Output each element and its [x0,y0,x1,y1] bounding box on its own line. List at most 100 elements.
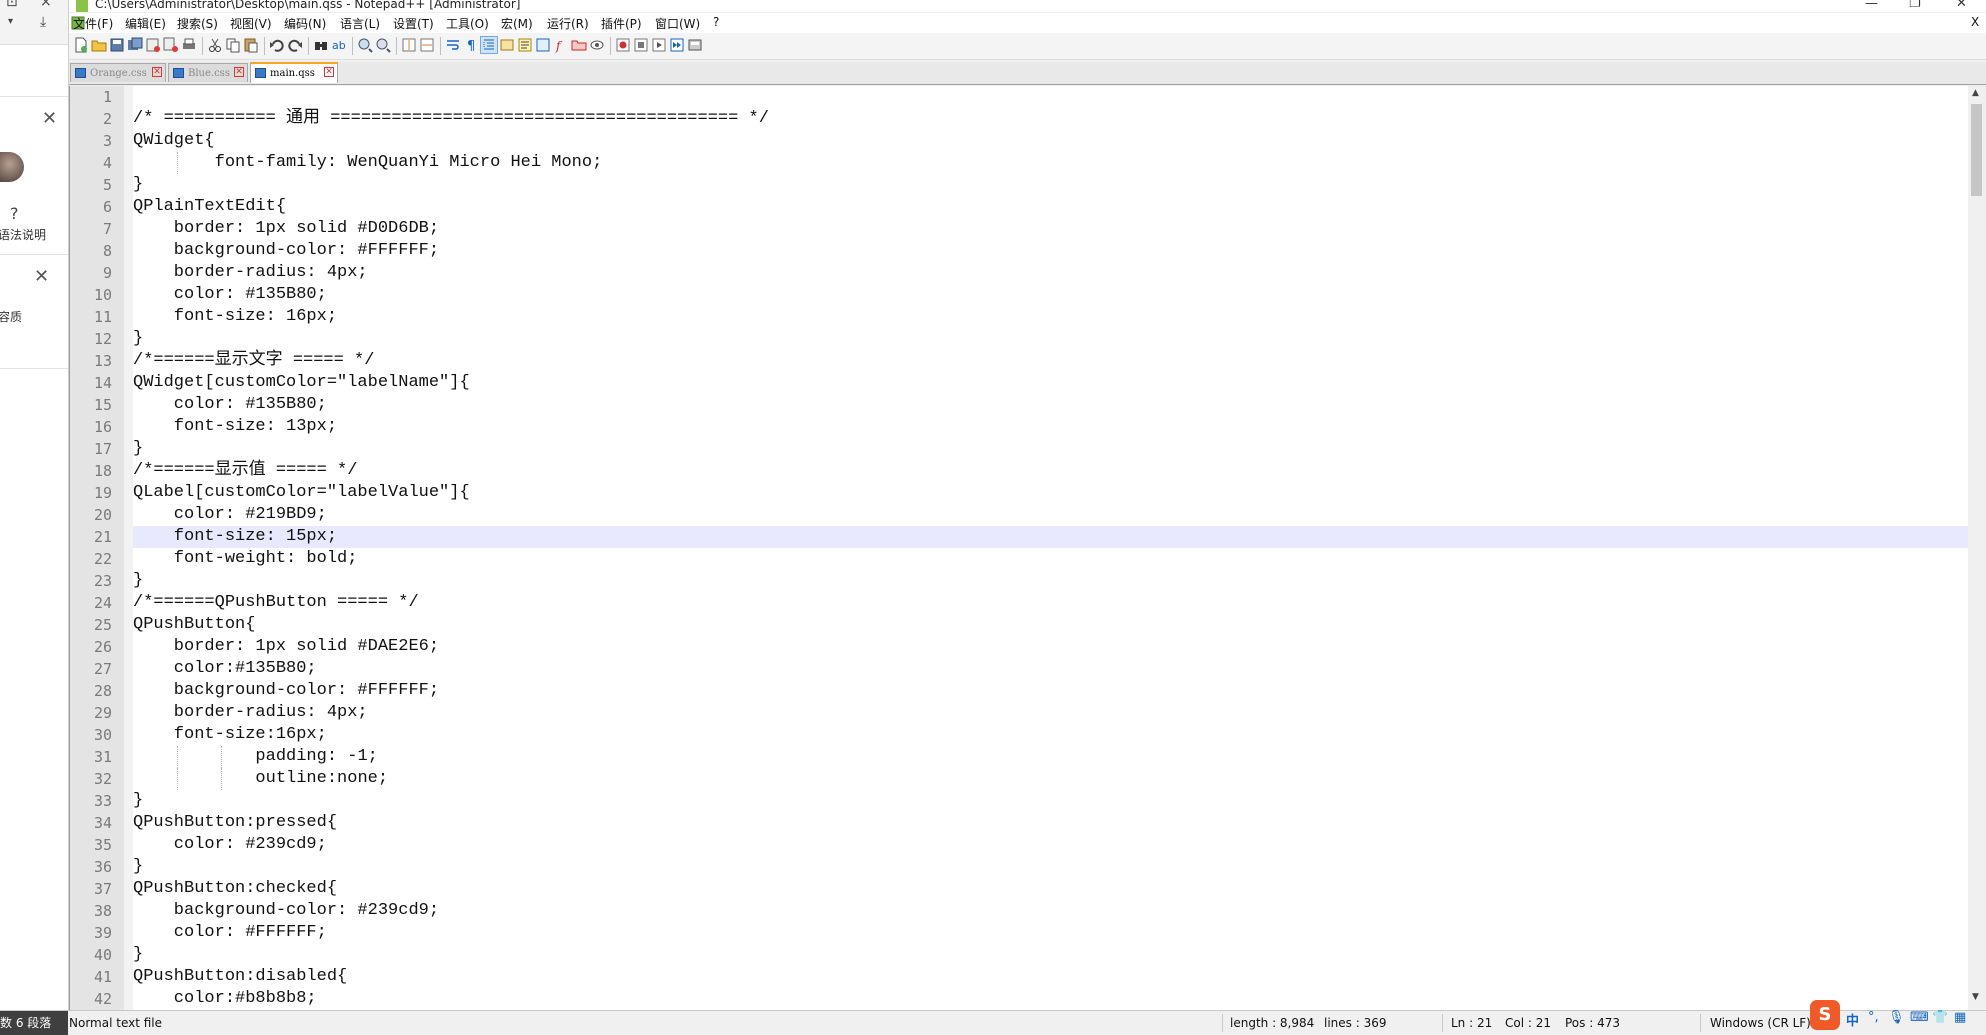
line-number[interactable]: 12 [70,328,112,350]
line-number[interactable]: 17 [70,438,112,460]
code-line[interactable]: background-color: #FFFFFF; [133,680,439,702]
save-macro-icon[interactable] [687,37,703,53]
tab-orange-css[interactable]: Orange.css ✕ [70,63,166,82]
code-line[interactable]: background-color: #239cd9; [133,900,439,922]
cut-icon[interactable] [207,37,223,53]
line-number[interactable]: 10 [70,284,112,306]
bookmark-icon[interactable]: ⊡ [6,0,18,10]
code-line[interactable]: /*======显示文字 ===== */ [133,350,374,372]
keyboard-icon[interactable]: ⌨ [1910,1010,1929,1025]
line-number[interactable]: 19 [70,482,112,504]
code-line[interactable]: color: #FFFFFF; [133,922,327,944]
menu-plugins[interactable]: 插件(P) [601,15,642,32]
close-icon[interactable]: ✕ [34,266,49,287]
indent-guide-icon[interactable] [480,36,498,54]
menu-search[interactable]: 搜索(S) [177,15,218,32]
line-number[interactable]: 11 [70,306,112,328]
line-number[interactable]: 28 [70,680,112,702]
sync-horizontal-icon[interactable] [419,37,435,53]
help-label[interactable]: 语法说明 [0,226,46,243]
tab-close-icon[interactable]: ✕ [152,67,162,77]
undo-icon[interactable] [269,37,285,53]
open-file-icon[interactable] [91,37,107,53]
code-line[interactable]: QPushButton:pressed{ [133,812,337,834]
line-number[interactable]: 35 [70,834,112,856]
code-line[interactable]: font-size:16px; [133,724,327,746]
paste-icon[interactable] [243,37,259,53]
line-number[interactable]: 23 [70,570,112,592]
code-line[interactable]: font-size: 16px; [133,306,337,328]
redo-icon[interactable] [287,37,303,53]
ime-lang-toggle[interactable]: 中 [1846,1010,1859,1029]
code-line[interactable]: color: #135B80; [133,284,327,306]
show-all-chars-icon[interactable]: ¶ [463,37,479,53]
save-icon[interactable] [109,37,125,53]
code-line[interactable]: color: #219BD9; [133,504,327,526]
line-number[interactable]: 16 [70,416,112,438]
line-number[interactable]: 7 [70,218,112,240]
code-line[interactable]: border: 1px solid #D0D6DB; [133,218,439,240]
menu-window[interactable]: 窗口(W) [655,15,700,32]
print-icon[interactable] [181,37,197,53]
tab-blue-css[interactable]: Blue.css ✕ [168,63,248,82]
line-number[interactable]: 27 [70,658,112,680]
menu-view[interactable]: 视图(V) [230,15,272,32]
line-number[interactable]: 5 [70,174,112,196]
code-line[interactable]: QWidget{ [133,130,215,152]
record-macro-icon[interactable] [615,37,631,53]
code-line[interactable]: } [133,438,143,460]
close-file-icon[interactable] [145,37,161,53]
ime-punct-icon[interactable]: °, [1868,1010,1879,1025]
save-all-icon[interactable] [127,37,143,53]
code-line[interactable]: QPushButton:disabled{ [133,966,347,988]
monitoring-icon[interactable] [589,37,605,53]
line-number[interactable]: 20 [70,504,112,526]
line-number[interactable]: 41 [70,966,112,988]
maximize-button[interactable]: ❐ [1909,0,1921,11]
code-line[interactable]: QPushButton{ [133,614,255,636]
line-number[interactable]: 6 [70,196,112,218]
code-line[interactable]: QPushButton:checked{ [133,878,337,900]
zoom-out-icon[interactable] [375,37,391,53]
line-number[interactable]: 9 [70,262,112,284]
line-number[interactable]: 24 [70,592,112,614]
line-number[interactable]: 8 [70,240,112,262]
code-line[interactable]: color:#b8b8b8; [133,988,317,1010]
line-number[interactable]: 3 [70,130,112,152]
menu-help[interactable]: ? [713,15,719,29]
scroll-up-icon[interactable]: ▲ [1972,88,1979,98]
code-line[interactable]: background-color: #FFFFFF; [133,240,439,262]
doc-list-icon[interactable] [535,37,551,53]
panel-close-icon[interactable]: ✕ [42,108,57,129]
code-line[interactable]: color: #135B80; [133,394,327,416]
line-number[interactable]: 32 [70,768,112,790]
close-button[interactable]: ✕ [1956,0,1967,11]
title-bar[interactable]: C:\Users\Administrator\Desktop\main.qss … [69,0,1986,12]
line-number[interactable]: 33 [70,790,112,812]
code-line[interactable]: } [133,856,143,878]
code-line[interactable]: border-radius: 4px; [133,702,368,724]
grid-menu-icon[interactable]: ▦ [1954,1010,1966,1025]
download-icon[interactable]: ⤓ [40,14,46,30]
tab-close-icon[interactable]: ✕ [324,67,334,77]
line-number[interactable]: 1 [70,86,112,108]
line-number[interactable]: 15 [70,394,112,416]
menu-edit[interactable]: 编辑(E) [125,15,166,32]
menu-language[interactable]: 语言(L) [340,15,380,32]
vertical-scrollbar[interactable]: ▲ ▼ [1968,86,1986,1010]
menu-tools[interactable]: 工具(O) [446,15,489,32]
eol-format[interactable]: Windows (CR LF) [1710,1016,1811,1030]
menu-run[interactable]: 运行(R) [547,15,589,32]
code-line[interactable]: } [133,790,143,812]
line-number[interactable]: 39 [70,922,112,944]
code-line[interactable]: font-size: 15px; [133,526,337,548]
folder-workspace-icon[interactable] [571,37,587,53]
minimize-button[interactable]: — [1865,0,1878,11]
line-number[interactable]: 2 [70,108,112,130]
code-line[interactable]: } [133,174,143,196]
code-line[interactable]: QPlainTextEdit{ [133,196,286,218]
help-icon[interactable]: ? [10,204,19,223]
line-number[interactable]: 4 [70,152,112,174]
line-number[interactable]: 14 [70,372,112,394]
function-list-icon[interactable]: f [553,37,569,53]
